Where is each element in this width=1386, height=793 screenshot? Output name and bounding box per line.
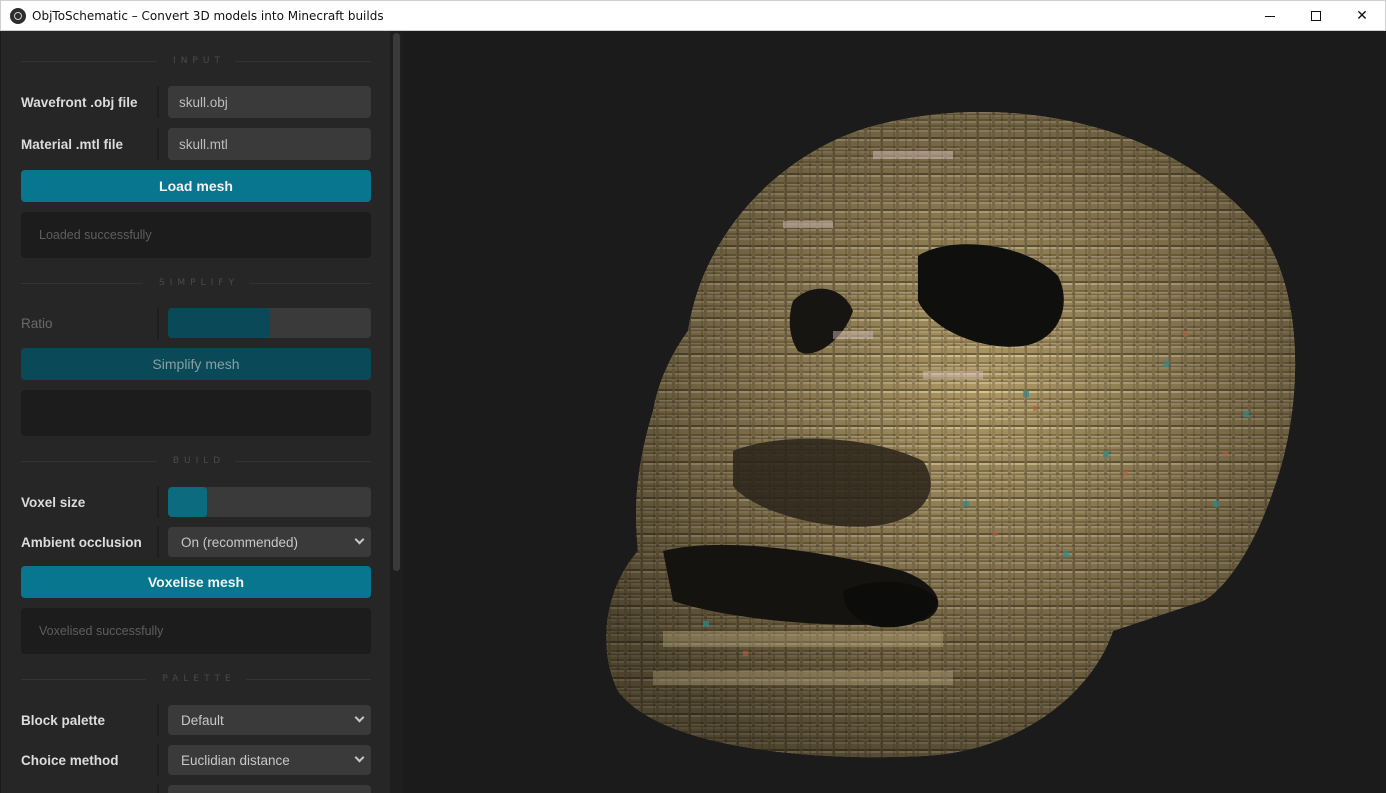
block-palette-value: Default (181, 712, 224, 728)
divider (245, 678, 372, 680)
ambient-occlusion-label: Ambient occlusion (21, 534, 142, 550)
sidebar-scrollbar[interactable] (390, 31, 403, 793)
obj-file-label: Wavefront .obj file (21, 94, 138, 110)
voxelise-mesh-button[interactable]: Voxelise mesh (21, 566, 371, 598)
row-separator (157, 128, 159, 160)
maximize-button[interactable] (1293, 1, 1339, 31)
mtl-file-input[interactable]: skull.mtl (168, 128, 371, 160)
chevron-down-icon (354, 534, 365, 545)
sidebar-panel: INPUT Wavefront .obj file skull.obj Mate… (1, 31, 403, 793)
voxel-size-slider-fill (168, 487, 207, 517)
divider (21, 60, 158, 62)
section-header-input: INPUT (21, 54, 371, 68)
block-palette-select[interactable]: Default (168, 705, 371, 735)
close-button[interactable]: ✕ (1339, 1, 1385, 31)
row-separator (157, 486, 159, 518)
ambient-occlusion-value: On (recommended) (181, 534, 299, 550)
row-separator (157, 744, 159, 776)
obj-file-input[interactable]: skull.obj (168, 86, 371, 118)
row-separator (157, 526, 159, 558)
minimize-button[interactable] (1247, 1, 1293, 31)
close-icon: ✕ (1356, 8, 1368, 24)
divider (235, 460, 371, 462)
ambient-occlusion-select[interactable]: On (recommended) (168, 527, 371, 557)
ratio-row: Ratio (21, 307, 371, 339)
chevron-down-icon (354, 752, 365, 763)
section-title: PALETTE (162, 674, 236, 684)
obj-file-row: Wavefront .obj file skull.obj (21, 86, 371, 118)
row-separator (157, 704, 159, 736)
block-palette-label: Block palette (21, 712, 106, 728)
voxel-skull-render (606, 111, 1296, 758)
section-header-build: BUILD (21, 454, 371, 468)
load-status-output: Loaded successfully (21, 212, 371, 258)
row-separator (157, 784, 159, 793)
voxel-size-row: Voxel size (21, 486, 371, 518)
section-header-simplify: SIMPLIFY (21, 276, 371, 290)
simplify-status-output (21, 390, 371, 436)
maximize-icon (1311, 11, 1321, 21)
voxel-size-slider[interactable] (168, 487, 371, 517)
mtl-file-row: Material .mtl file skull.mtl (21, 128, 371, 160)
chevron-down-icon (354, 712, 365, 723)
block-palette-row: Block palette Default (21, 704, 371, 736)
title-bar: ObjToSchematic – Convert 3D models into … (0, 0, 1386, 31)
next-select[interactable] (168, 785, 371, 793)
divider (21, 282, 144, 284)
section-title: SIMPLIFY (159, 278, 239, 288)
choice-method-row: Choice method Euclidian distance (21, 744, 371, 776)
row-separator (157, 86, 159, 118)
scrollbar-thumb[interactable] (393, 33, 400, 571)
divider (248, 282, 371, 284)
voxel-size-label: Voxel size (21, 494, 86, 510)
section-title: BUILD (172, 456, 226, 466)
window-controls: ✕ (1247, 1, 1385, 31)
row-separator (157, 307, 159, 339)
load-mesh-button[interactable]: Load mesh (21, 170, 371, 202)
section-header-palette: PALETTE (21, 672, 372, 686)
voxelise-status-output: Voxelised successfully (21, 608, 371, 654)
ambient-occlusion-row: Ambient occlusion On (recommended) (21, 526, 371, 558)
mtl-file-label: Material .mtl file (21, 136, 124, 152)
divider (21, 460, 157, 462)
divider (234, 60, 371, 62)
section-title: INPUT (173, 56, 225, 66)
minimize-icon (1265, 15, 1275, 17)
choice-method-value: Euclidian distance (181, 752, 290, 768)
next-row-partial (21, 784, 371, 793)
ratio-label: Ratio (21, 315, 53, 331)
divider (21, 678, 147, 680)
simplify-mesh-button[interactable]: Simplify mesh (21, 348, 371, 380)
render-viewport[interactable] (403, 31, 1385, 793)
choice-method-label: Choice method (21, 752, 119, 768)
window-title: ObjToSchematic – Convert 3D models into … (32, 8, 384, 23)
ratio-slider[interactable] (168, 308, 371, 338)
choice-method-select[interactable]: Euclidian distance (168, 745, 371, 775)
app-logo-icon (10, 7, 26, 24)
ratio-slider-fill (168, 308, 270, 338)
